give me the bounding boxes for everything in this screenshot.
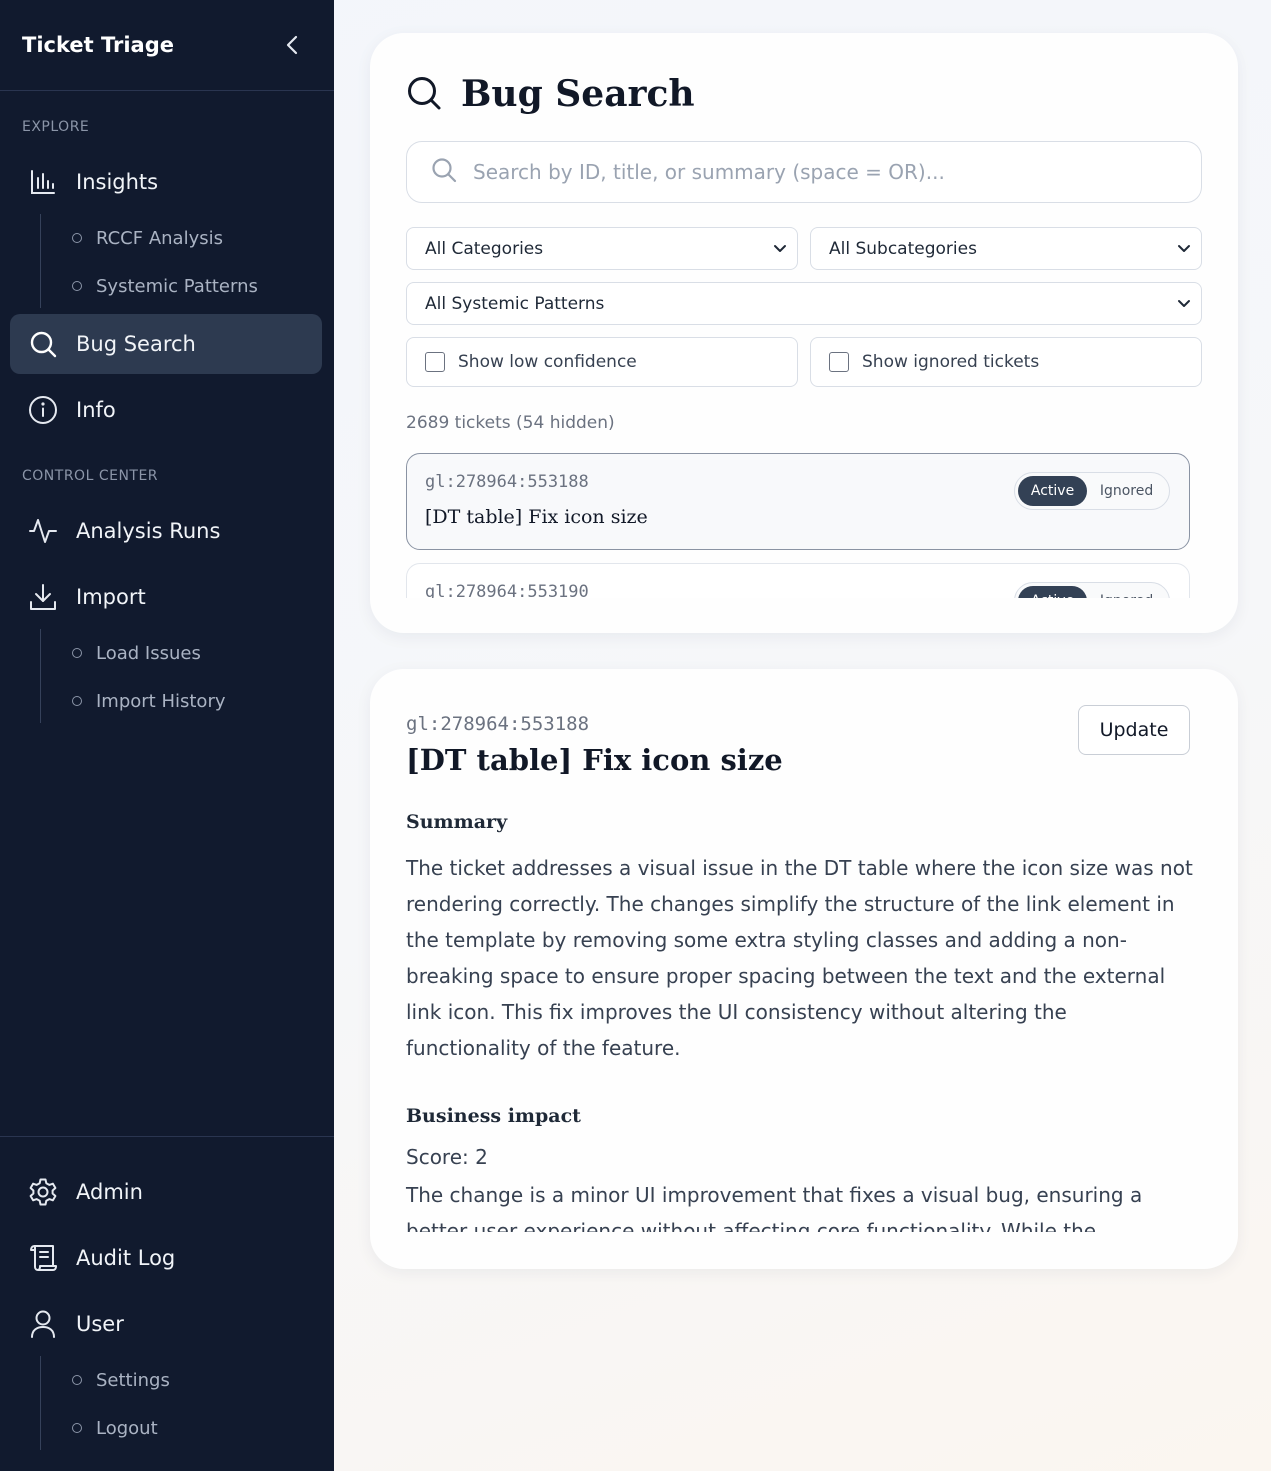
nav-item-analysis-runs[interactable]: Analysis Runs <box>10 501 322 561</box>
sub-item-systemic-patterns[interactable]: Systemic Patterns <box>41 262 258 310</box>
chevron-down-icon <box>774 244 786 252</box>
nav-item-info[interactable]: Info <box>10 380 322 440</box>
sub-item-import-history[interactable]: Import History <box>41 677 226 725</box>
sub-label-rccf: RCCF Analysis <box>96 227 223 249</box>
sub-item-settings[interactable]: Settings <box>41 1356 170 1404</box>
detail-ticket-id: gl:278964:553188 <box>406 713 590 735</box>
section-label-control-center: CONTROL CENTER <box>22 468 159 484</box>
systemic-select-value: All Systemic Patterns <box>425 293 605 314</box>
nav-label-user: User <box>76 1312 124 1336</box>
status-toggle: Active Ignored <box>1014 472 1170 510</box>
ticket-detail-card: gl:278964:553188 [DT table] Fix icon siz… <box>370 669 1238 1269</box>
sidebar-header: Ticket Triage <box>0 0 334 91</box>
summary-text: The ticket addresses a visual issue in t… <box>406 856 1193 1060</box>
sub-label-import-history: Import History <box>96 690 226 712</box>
ticket-row[interactable]: gl:278964:553190 Active Ignored <box>406 563 1190 598</box>
chevron-down-icon <box>1178 244 1190 252</box>
ticket-count: 2689 tickets (54 hidden) <box>406 413 615 433</box>
sidebar: Ticket Triage EXPLORE Insights RCCF Anal… <box>0 0 334 1471</box>
nav-label-audit-log: Audit Log <box>76 1246 176 1270</box>
bullet-icon <box>72 1423 82 1433</box>
ticket-id: gl:278964:553188 <box>425 472 589 492</box>
collapse-sidebar-button[interactable] <box>280 33 304 57</box>
nav-item-admin[interactable]: Admin <box>10 1162 322 1222</box>
activity-icon <box>28 516 58 546</box>
sub-label-systemic: Systemic Patterns <box>96 275 258 297</box>
info-icon <box>28 395 58 425</box>
systemic-pattern-select[interactable]: All Systemic Patterns <box>406 282 1202 325</box>
bar-chart-icon <box>28 167 58 197</box>
sub-item-load-issues[interactable]: Load Issues <box>41 629 226 677</box>
ticket-id: gl:278964:553190 <box>425 582 589 598</box>
summary-heading: Summary <box>406 811 508 833</box>
ignored-option[interactable]: Ignored <box>1087 586 1166 598</box>
ticket-title: [DT table] Fix icon size <box>425 506 648 528</box>
sub-item-rccf-analysis[interactable]: RCCF Analysis <box>41 214 258 262</box>
nav-item-audit-log[interactable]: Audit Log <box>10 1228 322 1288</box>
sub-label-load-issues: Load Issues <box>96 642 201 664</box>
active-option[interactable]: Active <box>1018 586 1088 598</box>
search-icon <box>406 75 442 115</box>
gear-icon <box>28 1177 58 1207</box>
app-title: Ticket Triage <box>22 33 174 57</box>
insights-submenu: RCCF Analysis Systemic Patterns <box>40 214 258 308</box>
ticket-row[interactable]: gl:278964:553188 [DT table] Fix icon siz… <box>406 453 1190 550</box>
subcategory-select-value: All Subcategories <box>829 238 977 259</box>
bullet-icon <box>72 233 82 243</box>
bullet-icon <box>72 696 82 706</box>
download-icon <box>28 582 58 612</box>
impact-score: Score: 2 <box>406 1145 488 1169</box>
search-field[interactable] <box>406 141 1202 203</box>
search-input[interactable] <box>473 160 1173 184</box>
detail-ticket-title: [DT table] Fix icon size <box>406 743 783 777</box>
category-select[interactable]: All Categories <box>406 227 798 270</box>
active-option[interactable]: Active <box>1018 476 1088 506</box>
nav-label-import: Import <box>76 585 146 609</box>
page-title: Bug Search <box>461 73 695 115</box>
sub-item-logout[interactable]: Logout <box>41 1404 170 1452</box>
search-icon <box>431 157 457 187</box>
nav-item-bug-search[interactable]: Bug Search <box>10 314 322 374</box>
update-button[interactable]: Update <box>1078 705 1190 755</box>
low-confidence-label: Show low confidence <box>458 352 637 372</box>
nav-item-user[interactable]: User <box>10 1294 322 1354</box>
business-impact-heading: Business impact <box>406 1105 581 1127</box>
scroll-icon <box>28 1243 58 1273</box>
nav-label-info: Info <box>76 398 116 422</box>
low-confidence-checkbox[interactable] <box>425 352 445 372</box>
bullet-icon <box>72 1375 82 1385</box>
import-submenu: Load Issues Import History <box>40 629 226 723</box>
ignored-label: Show ignored tickets <box>862 352 1040 372</box>
chevron-left-icon <box>286 35 298 55</box>
status-toggle: Active Ignored <box>1014 582 1170 598</box>
sidebar-divider <box>0 1136 334 1137</box>
nav-label-insights: Insights <box>76 170 159 194</box>
nav-item-insights[interactable]: Insights <box>10 152 322 212</box>
nav-item-import[interactable]: Import <box>10 567 322 627</box>
subcategory-select[interactable]: All Subcategories <box>810 227 1202 270</box>
impact-text: The change is a minor UI improvement tha… <box>406 1183 1143 1232</box>
bullet-icon <box>72 648 82 658</box>
sub-label-logout: Logout <box>96 1417 158 1439</box>
ignored-option[interactable]: Ignored <box>1087 476 1166 506</box>
bug-search-card: Bug Search All Categories All Subcategor… <box>370 33 1238 633</box>
search-icon <box>28 329 58 359</box>
nav-label-admin: Admin <box>76 1180 143 1204</box>
show-low-confidence-toggle[interactable]: Show low confidence <box>406 337 798 387</box>
bullet-icon <box>72 281 82 291</box>
detail-scroll-area[interactable]: gl:278964:553188 [DT table] Fix icon siz… <box>370 669 1238 1232</box>
sub-label-settings: Settings <box>96 1369 170 1391</box>
user-submenu: Settings Logout <box>40 1356 170 1450</box>
nav-label-analysis-runs: Analysis Runs <box>76 519 221 543</box>
section-label-explore: EXPLORE <box>22 119 90 135</box>
nav-label-bug-search: Bug Search <box>76 332 196 356</box>
ticket-list[interactable]: gl:278964:553188 [DT table] Fix icon siz… <box>406 453 1190 598</box>
ignored-checkbox[interactable] <box>829 352 849 372</box>
chevron-down-icon <box>1178 299 1190 307</box>
show-ignored-toggle[interactable]: Show ignored tickets <box>810 337 1202 387</box>
user-icon <box>28 1309 58 1339</box>
category-select-value: All Categories <box>425 238 544 259</box>
